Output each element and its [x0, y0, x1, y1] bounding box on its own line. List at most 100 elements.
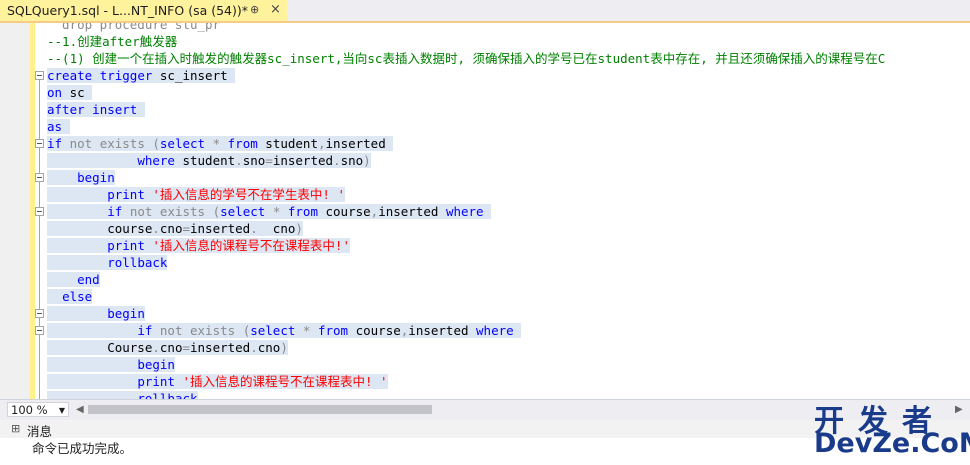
code-token: not exists ( — [159, 323, 251, 338]
code-line[interactable]: if not exists (select * from course,inse… — [47, 322, 522, 339]
code-token: , — [317, 136, 326, 151]
collapse-outline-icon[interactable] — [35, 309, 44, 318]
code-token: begin — [137, 357, 175, 372]
code-token: select — [220, 204, 266, 219]
code-token: * — [212, 136, 221, 151]
code-token: not exists ( — [129, 204, 221, 219]
code-token: on — [47, 85, 63, 100]
code-token: sc — [62, 85, 93, 100]
code-token: where — [137, 153, 175, 168]
code-token: sno — [242, 153, 266, 168]
code-token: course — [317, 204, 371, 219]
code-token: sno — [340, 153, 364, 168]
code-token: --(1) 创建一个在插入时触发的触发器sc_insert,当向sc表插入数据时… — [47, 51, 886, 66]
code-line[interactable]: if not exists (select * from course,inse… — [47, 203, 492, 220]
code-line[interactable]: begin — [47, 169, 115, 186]
code-editor[interactable]: drop procedure stu_pr --1.创建after触发器 --(1)… — [0, 23, 970, 399]
messages-icon: ⊞ — [11, 422, 21, 435]
collapse-outline-icon[interactable] — [35, 71, 44, 80]
code-token: = — [182, 340, 190, 355]
horizontal-scrollbar-thumb[interactable] — [88, 405, 432, 414]
code-line[interactable]: begin — [47, 356, 175, 373]
code-line[interactable]: rollback — [47, 390, 198, 399]
chevron-down-icon: ▼ — [58, 406, 65, 415]
code-token: from — [287, 204, 318, 219]
outline-guide-line — [39, 216, 40, 231]
code-token: else — [62, 289, 93, 304]
tab-title: SQLQuery1.sql - L...NT_INFO (sa (54))* — [7, 3, 248, 18]
code-line[interactable]: print '插入信息的课程号不在课程表中! ' — [47, 373, 388, 390]
code-token: drop procedure stu_pr — [47, 23, 221, 32]
code-token: from — [227, 136, 258, 151]
collapse-outline-icon[interactable] — [35, 326, 44, 335]
code-line[interactable]: as — [47, 118, 70, 135]
code-line[interactable]: if not exists (select * from student,ins… — [47, 135, 394, 152]
code-line[interactable]: print '插入信息的学号不在学生表中! ' — [47, 186, 345, 203]
code-token: = — [182, 221, 190, 236]
code-token: '插入信息的课程号不在课程表中! ' — [182, 374, 388, 389]
code-line[interactable]: end — [47, 271, 100, 288]
code-token: inserted — [272, 153, 334, 168]
messages-tab[interactable]: ⊞ 消息 — [0, 420, 970, 439]
code-line[interactable]: --1.创建after触发器 — [47, 33, 177, 50]
code-token: insert — [92, 102, 138, 117]
code-line[interactable]: --(1) 创建一个在插入时触发的触发器sc_insert,当向sc表插入数据时… — [47, 50, 885, 67]
code-line[interactable]: print '插入信息的课程号不在课程表中!' — [47, 237, 350, 254]
code-token: --1.创建after触发器 — [47, 34, 178, 49]
outline-guide-line — [39, 182, 40, 282]
code-token: course — [348, 323, 401, 338]
scroll-right-icon[interactable]: ▶ — [955, 404, 963, 415]
code-line[interactable]: course.cno=inserted. cno) — [47, 220, 303, 237]
code-area[interactable]: drop procedure stu_pr --1.创建after触发器 --(1)… — [47, 23, 970, 399]
code-line[interactable]: Course.cno=inserted.cno) — [47, 339, 288, 356]
code-line[interactable]: where student.sno=inserted.sno) — [47, 152, 371, 169]
document-tab[interactable]: SQLQuery1.sql - L...NT_INFO (sa (54))* ⊕… — [0, 0, 287, 21]
code-line[interactable]: else — [47, 288, 93, 305]
close-icon[interactable]: × — [270, 2, 281, 17]
indicator-margin — [0, 23, 30, 399]
code-token: cno — [159, 340, 183, 355]
message-text: 命令已成功完成。 — [32, 441, 133, 456]
code-token: inserted — [325, 136, 394, 151]
code-token: if — [47, 136, 63, 151]
code-token: inserted — [378, 204, 446, 219]
scroll-left-icon[interactable]: ◀ — [76, 404, 84, 415]
code-token: course — [47, 221, 153, 236]
collapse-outline-icon[interactable] — [35, 139, 44, 148]
code-token: where — [445, 204, 484, 219]
collapse-outline-icon[interactable] — [35, 207, 44, 216]
code-token: where — [476, 323, 514, 338]
code-token: cno — [257, 340, 281, 355]
code-token: . — [152, 340, 160, 355]
editor-bottom-bar: 100 % ▼ ◀ ▶ — [0, 399, 970, 420]
code-token: print — [107, 187, 145, 202]
code-line[interactable]: begin — [47, 305, 145, 322]
code-line[interactable]: drop procedure stu_pr — [47, 23, 220, 33]
code-token: if — [137, 323, 153, 338]
code-line[interactable]: rollback — [47, 254, 168, 271]
code-line[interactable]: after insert — [47, 101, 145, 118]
zoom-dropdown[interactable]: 100 % ▼ — [7, 402, 69, 417]
code-token: trigger — [99, 68, 153, 83]
code-token: as — [47, 119, 63, 134]
code-token: . — [250, 221, 258, 236]
code-token: = — [265, 153, 273, 168]
code-line[interactable]: create trigger sc_insert — [47, 67, 236, 84]
code-token: . — [333, 153, 341, 168]
code-token: begin — [107, 306, 145, 321]
code-token: . — [250, 340, 258, 355]
code-line[interactable]: on sc — [47, 84, 93, 101]
collapse-outline-icon[interactable] — [35, 173, 44, 182]
pin-icon[interactable]: ⊕ — [250, 3, 259, 16]
